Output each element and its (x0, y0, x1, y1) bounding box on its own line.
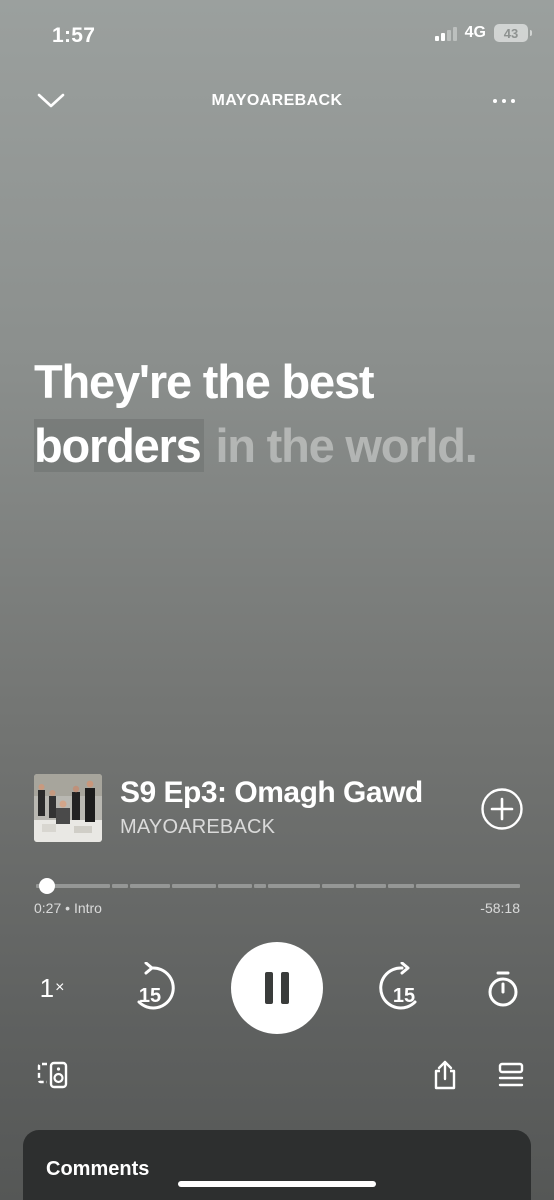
plus-circle-icon (481, 788, 523, 830)
connect-device-button[interactable] (36, 1058, 70, 1092)
track-info[interactable]: S9 Ep3: Omagh Gawd MAYOAREBACK (120, 776, 446, 839)
share-icon (434, 1060, 456, 1090)
pause-button[interactable] (231, 942, 323, 1034)
show-title: MAYOAREBACK (211, 92, 343, 109)
queue-button[interactable] (494, 1058, 528, 1092)
stopwatch-icon (488, 971, 518, 1007)
queue-icon (498, 1062, 524, 1087)
skip-back-seconds: 15 (139, 985, 161, 1007)
status-time: 1:57 (52, 24, 96, 47)
speed-suffix: × (55, 979, 65, 996)
elapsed-time: 0:27 • Intro (34, 900, 102, 916)
skip-forward-seconds: 15 (393, 985, 415, 1007)
remaining-time: -58:18 (480, 900, 520, 916)
sleep-timer-button[interactable] (482, 968, 524, 1010)
chapter-segment (356, 884, 386, 888)
transcript-lyrics: They're the best borders in the world. (34, 350, 524, 478)
forward-15-icon: 15 (379, 962, 417, 1010)
devices-speaker-icon (37, 1061, 68, 1089)
episode-cover-art[interactable] (34, 774, 102, 842)
speed-value: 1 (39, 972, 55, 1003)
transcript-active-word: borders (34, 419, 204, 472)
player-header: MAYOAREBACK (0, 82, 554, 122)
status-indicators: 4G 43 (434, 24, 532, 42)
chapter-segment (218, 884, 252, 888)
chapter-segment (268, 884, 320, 888)
now-playing-track: S9 Ep3: Omagh Gawd MAYOAREBACK (34, 774, 524, 844)
chapter-segment (416, 884, 520, 888)
rewind-15-icon: 15 (137, 962, 175, 1010)
network-type: 4G (464, 24, 486, 41)
chapter-segment (322, 884, 354, 888)
battery-level: 43 (503, 25, 519, 41)
chapter-segment (254, 884, 266, 888)
more-options-icon[interactable] (484, 86, 524, 116)
add-to-library-button[interactable] (480, 787, 524, 831)
playback-speed-button[interactable]: 1 × (30, 968, 74, 1008)
episode-title: S9 Ep3: Omagh Gawd (120, 776, 423, 809)
playback-controls: 1 × 15 15 (0, 940, 554, 1034)
transcript-upcoming-text: in the world. (203, 419, 477, 472)
cellular-signal-icon (434, 25, 457, 41)
episode-show-name: MAYOAREBACK (120, 816, 276, 838)
comments-title: Comments (46, 1158, 150, 1180)
skip-forward-15-button[interactable]: 15 (368, 962, 428, 1014)
progress-scrubber-handle[interactable] (39, 878, 55, 894)
skip-back-15-button[interactable]: 15 (126, 962, 186, 1014)
battery-icon: 43 (494, 24, 532, 42)
comments-panel[interactable]: Comments (23, 1130, 531, 1200)
transcript-line-1: They're the best (34, 355, 375, 408)
chapter-segment (112, 884, 128, 888)
home-indicator[interactable] (178, 1181, 376, 1187)
pause-icon (265, 972, 289, 1004)
status-bar: 1:57 4G 43 (0, 0, 554, 70)
chapter-segment (172, 884, 216, 888)
chapter-segment (130, 884, 170, 888)
chapter-segment (388, 884, 414, 888)
transcript-line-2: borders in the world. (34, 414, 524, 478)
playback-progress-bar[interactable] (34, 876, 520, 896)
share-button[interactable] (428, 1058, 462, 1092)
secondary-controls (0, 1058, 554, 1094)
